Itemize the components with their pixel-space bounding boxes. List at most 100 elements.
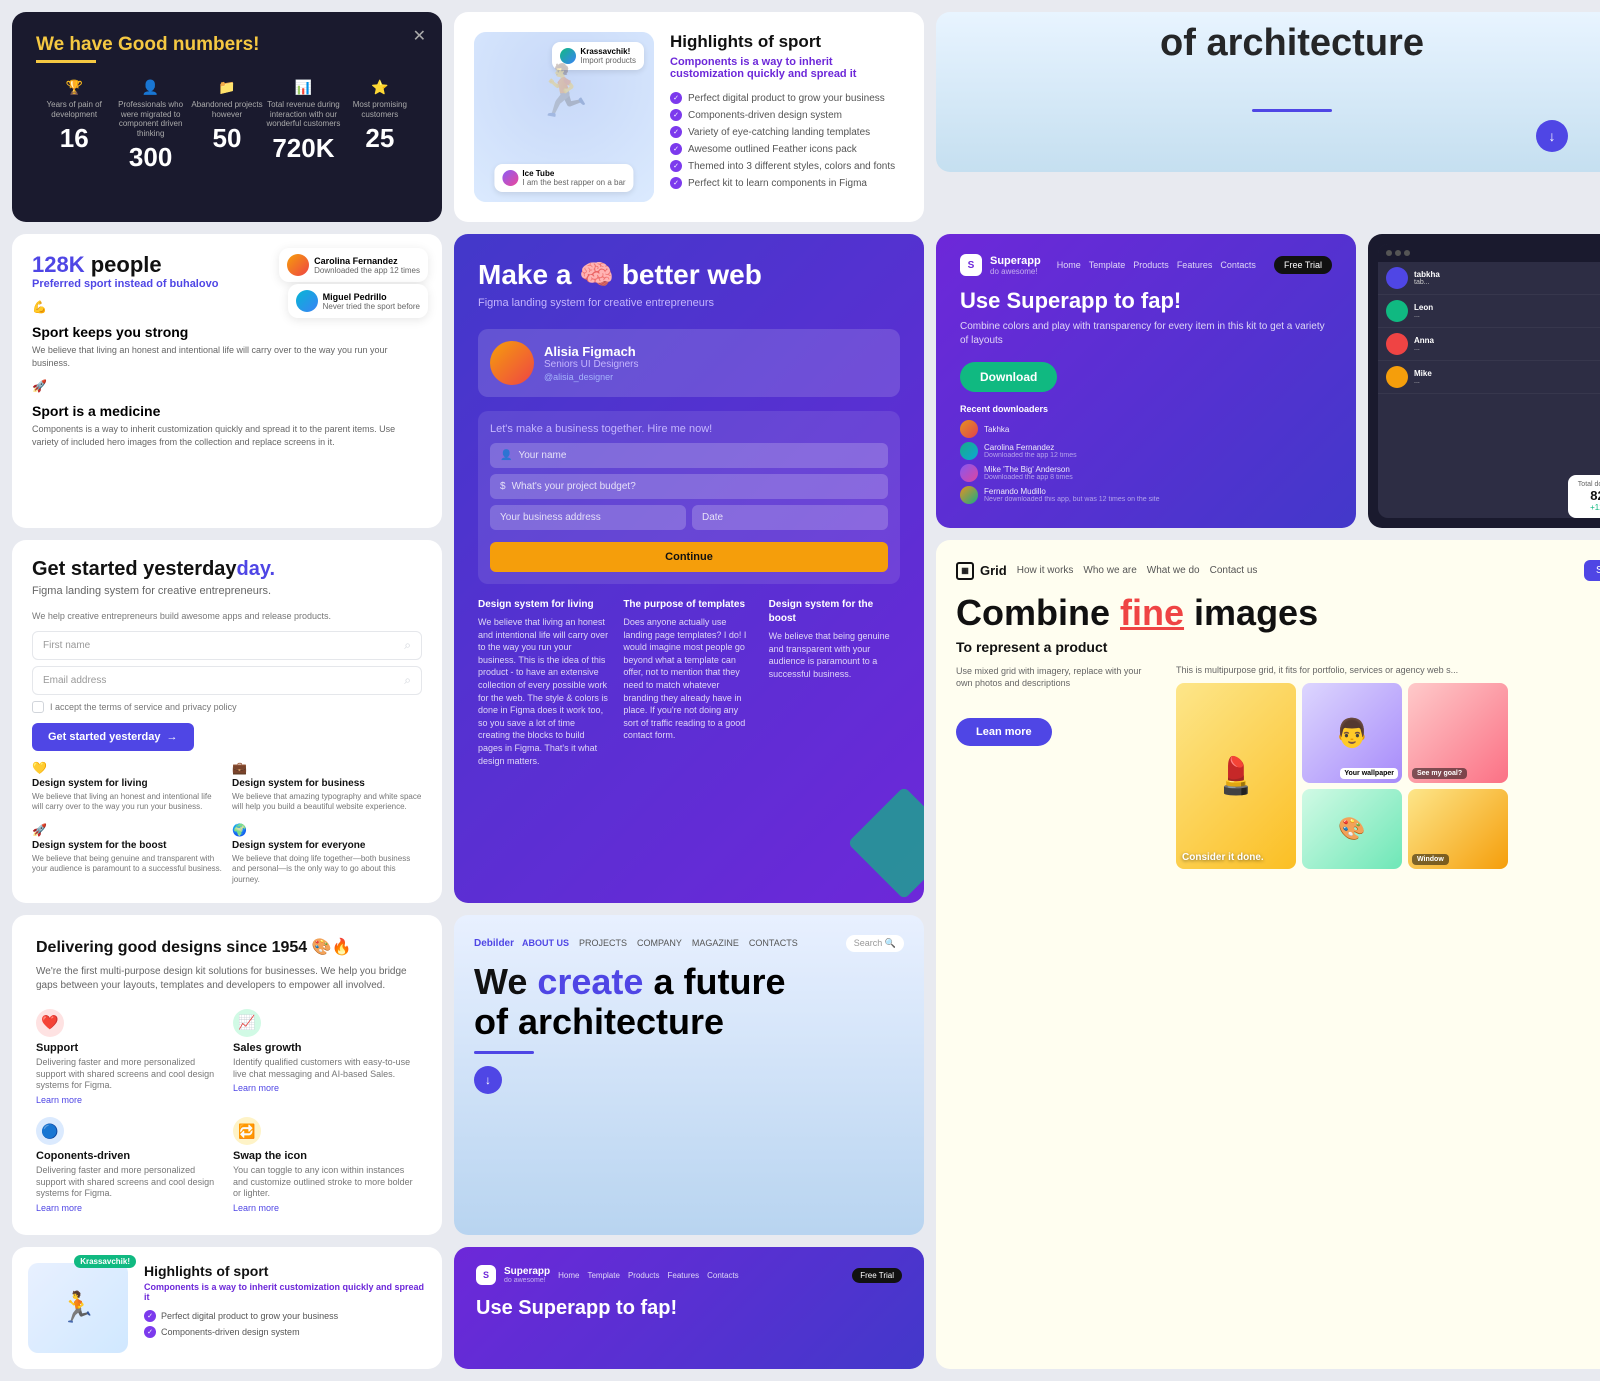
better-web-card: Make a 🧠 better web Figma landing system… [454, 234, 924, 903]
content-columns: Design system for living We believe that… [478, 598, 900, 767]
gs-feature-icon-2: 💼 [232, 761, 422, 775]
continue-button[interactable]: Continue [490, 542, 888, 572]
phone-screen: tabkhatab... Leon... Anna... Mike... [1378, 244, 1600, 518]
gs-feature-desc-2: We believe that amazing typography and w… [232, 792, 422, 813]
person-field-icon: 👤 [500, 450, 512, 461]
grid-overlay-1: Consider it done. [1182, 852, 1264, 863]
sab-contacts[interactable]: Contacts [707, 1271, 739, 1280]
grid-content-area: Use mixed grid with imagery, replace wit… [956, 665, 1600, 869]
superapp-logo: S [960, 254, 982, 276]
grid-nav-contact[interactable]: Contact us [1210, 565, 1258, 576]
grid-sign-button[interactable]: Sign [1584, 560, 1600, 581]
features-grid: 💛 Design system for living We believe th… [32, 761, 422, 885]
nav-products[interactable]: Products [1133, 260, 1169, 270]
grid-nav-what[interactable]: What we do [1147, 565, 1200, 576]
grid-image-4: 🎨 [1302, 789, 1402, 869]
chat-item-4: Mike... [1378, 361, 1600, 394]
recent-downloaders-title: Recent downloaders [960, 404, 1332, 414]
sales-icon: 📈 [233, 1009, 261, 1037]
dot-3 [1404, 250, 1410, 256]
budget-field[interactable]: $ What's your project budget? [490, 474, 888, 499]
profile-avatar [490, 341, 534, 385]
nav-features[interactable]: Features [1177, 260, 1213, 270]
get-started-button[interactable]: Get started yesterday → [32, 723, 194, 751]
nav-contacts[interactable]: Contacts [1220, 260, 1256, 270]
email-input[interactable]: Email address ⌕ [32, 666, 422, 695]
arch-bar [1252, 109, 1332, 112]
sab-title: Use Superapp to fap! [476, 1297, 902, 1320]
feature-desc-components: Delivering faster and more personalized … [36, 1165, 221, 1200]
arch-search[interactable]: Search 🔍 [846, 935, 904, 952]
learn-more-sales[interactable]: Learn more [233, 1083, 418, 1093]
gs-feature-icon-1: 💛 [32, 761, 222, 775]
free-trial-button[interactable]: Free Trial [1274, 256, 1332, 274]
chat-avatar-4 [1386, 366, 1408, 388]
sport-badge-name: Krassavchik! [580, 47, 636, 56]
better-web-title: Make a 🧠 better web [478, 258, 900, 291]
arch-down-button[interactable]: ↓ [474, 1066, 502, 1094]
sport-bottom-feature-2: ✓ Components-driven design system [144, 1326, 426, 1338]
feature-1-title: Sport keeps you strong [32, 324, 422, 340]
download-button[interactable]: Download [960, 362, 1057, 392]
superapp-nav: S Superapp do awesome! Home Template Pro… [960, 254, 1332, 276]
learn-more-support[interactable]: Learn more [36, 1095, 221, 1105]
date-field[interactable]: Date [692, 505, 888, 530]
chat-item-2: Leon... [1378, 295, 1600, 328]
check-icon-4: ✓ [670, 143, 682, 155]
downloader-avatar-2 [960, 442, 978, 460]
title-underline [36, 60, 96, 63]
superapp-nav-items: Home Template Products Features Contacts [1057, 260, 1256, 270]
stat-professionals: 👤 Professionals who were migrated to com… [112, 79, 188, 173]
name-field[interactable]: 👤 Your name [490, 443, 888, 468]
close-icon[interactable]: ✕ [413, 26, 426, 46]
get-started-title: Get started yesterdayday. [32, 558, 422, 581]
arch-nav-magazine[interactable]: MAGAZINE [692, 938, 739, 948]
stat-years-value: 16 [36, 123, 112, 154]
arch-nav-contacts[interactable]: CONTACTS [749, 938, 798, 948]
grid-nav-how[interactable]: How it works [1017, 565, 1074, 576]
check-icon-bottom-2: ✓ [144, 1326, 156, 1338]
terms-checkbox[interactable] [32, 701, 44, 713]
sab-features[interactable]: Features [668, 1271, 700, 1280]
col-purpose: The purpose of templates Does anyone act… [623, 598, 754, 767]
sport-person-icon: 🏃 [59, 1291, 96, 1326]
total-value: 824. [1578, 488, 1600, 503]
sab-template[interactable]: Template [587, 1271, 619, 1280]
sab-home[interactable]: Home [558, 1271, 579, 1280]
stat-customers-label: Most promising customers [342, 100, 418, 119]
first-name-input[interactable]: First name ⌕ [32, 631, 422, 660]
delivering-feature-2: 📈 Sales growth Identify qualified custom… [233, 1009, 418, 1105]
grid-overlay-2: See my goal? [1412, 768, 1467, 779]
components-icon: 🔵 [36, 1117, 64, 1145]
arch-nav-projects[interactable]: PROJECTS [579, 938, 627, 948]
learn-more-button[interactable]: Lean more [956, 718, 1052, 746]
feature-2-icon: 🚀 [32, 379, 422, 393]
address-field[interactable]: Your business address [490, 505, 686, 530]
person-detail-2: Never tried the sport before [323, 302, 420, 311]
arch-nav-about[interactable]: ABOUT US [522, 938, 569, 948]
learn-more-components[interactable]: Learn more [36, 1203, 221, 1213]
grid-nav-who[interactable]: Who we are [1083, 565, 1136, 576]
feature-2-desc: Components is a way to inherit customiza… [32, 423, 422, 448]
stats-title: We have Good numbers! [36, 34, 418, 56]
nav-template[interactable]: Template [1089, 260, 1126, 270]
people-card: 128K people Preferred sport instead of b… [12, 234, 442, 528]
phone-dots [1386, 250, 1410, 256]
fine-text: fine [1120, 592, 1184, 633]
get-started-card: Get started yesterdayday. Figma landing … [12, 540, 442, 903]
grid-hero-title: Combine fine images [956, 593, 1600, 633]
sab-products[interactable]: Products [628, 1271, 660, 1280]
grid-image-5: Window [1408, 789, 1508, 869]
superapp-tagline: do awesome! [990, 267, 1041, 276]
arch-create: create [537, 961, 643, 1002]
nav-home[interactable]: Home [1057, 260, 1081, 270]
sab-nav-items: Home Template Products Features Contacts [558, 1271, 739, 1280]
sab-free-trial-button[interactable]: Free Trial [852, 1268, 902, 1283]
col-design-living: Design system for living We believe that… [478, 598, 609, 767]
arch-nav-company[interactable]: COMPANY [637, 938, 682, 948]
arch-down-button[interactable]: ↓ [1536, 120, 1568, 152]
arch-bar2 [474, 1051, 534, 1054]
get-started-desc: We help creative entrepreneurs build awe… [32, 611, 422, 621]
checkbox-row: I accept the terms of service and privac… [32, 701, 422, 713]
learn-more-swap[interactable]: Learn more [233, 1203, 418, 1213]
